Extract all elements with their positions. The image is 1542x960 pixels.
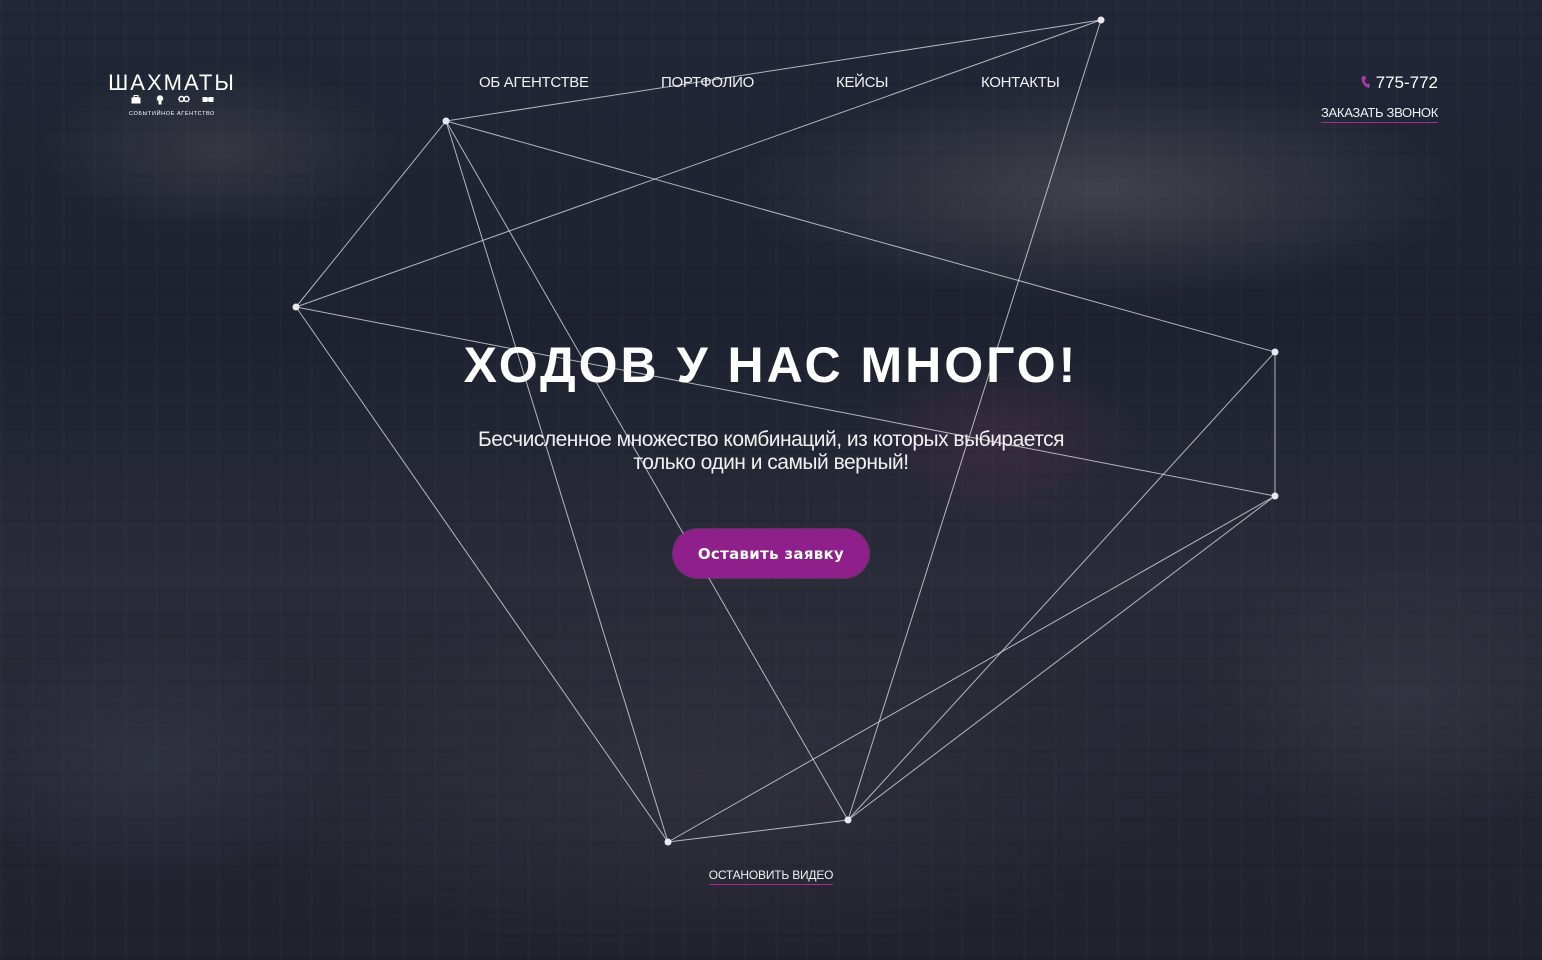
nav-item-about[interactable]: ОБ АГЕНТСТВЕ	[479, 74, 589, 91]
puzzle-icon	[201, 95, 215, 109]
hero-title: ХОДОВ У НАС МНОГО!	[463, 337, 1079, 393]
stop-video-container: ОСТАНОВИТЬ ВИДЕО	[0, 866, 1542, 885]
hero-subtitle-line2: только один и самый верный!	[633, 451, 909, 474]
logo-title: ШАХМАТЫ	[108, 70, 236, 95]
lightbulb-icon	[153, 95, 167, 109]
logo-subtitle: СОБЫТИЙНОЕ АГЕНТСТВО	[129, 111, 215, 117]
phone-icon	[1361, 75, 1370, 92]
logo-icons	[102, 95, 242, 109]
phone[interactable]: 775-772	[1361, 73, 1438, 93]
link-icon	[177, 95, 191, 109]
stop-video-link[interactable]: ОСТАНОВИТЬ ВИДЕО	[708, 868, 833, 885]
logo[interactable]: ШАХМАТЫ СОБЫТИЙНОЕ АГЕНТСТВО	[102, 70, 242, 118]
background-overlay	[0, 0, 1542, 960]
nav-item-contacts[interactable]: КОНТАКТЫ	[981, 74, 1060, 91]
nav-item-portfolio[interactable]: ПОРТФОЛИО	[661, 74, 754, 91]
briefcase-icon	[129, 95, 143, 109]
nav-item-cases[interactable]: КЕЙСЫ	[836, 74, 888, 91]
hero-subtitle: Бесчисленное множество комбинаций, из ко…	[421, 428, 1121, 474]
hero-subtitle-line1: Бесчисленное множество комбинаций, из ко…	[477, 428, 1065, 451]
submit-request-button[interactable]: Оставить заявку	[673, 529, 869, 578]
callback-link[interactable]: ЗАКАЗАТЬ ЗВОНОК	[1321, 105, 1438, 123]
phone-number: 775-772	[1375, 73, 1438, 92]
